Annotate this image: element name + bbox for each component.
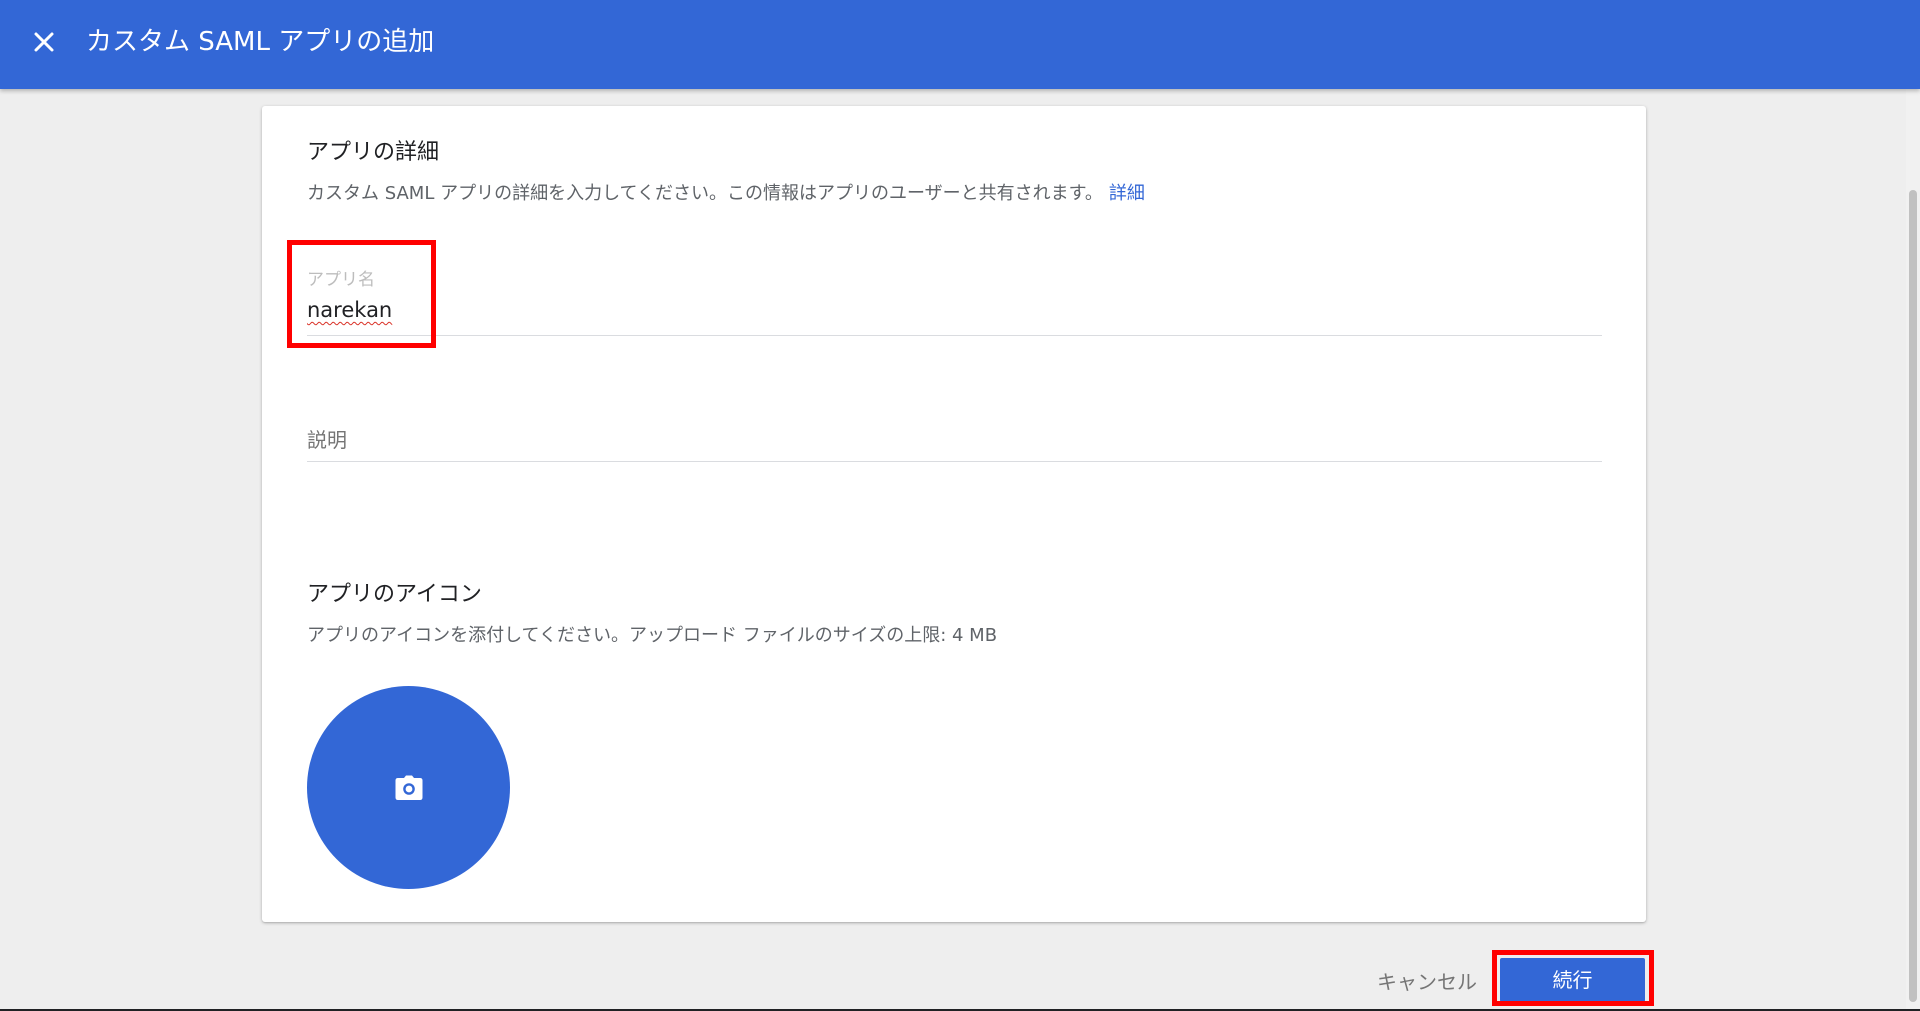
app-icon-heading: アプリのアイコン bbox=[307, 582, 482, 607]
app-details-description-text: カスタム SAML アプリの詳細を入力してください。この情報はアプリのユーザーと… bbox=[307, 183, 1103, 204]
cancel-button[interactable]: キャンセル bbox=[1362, 962, 1492, 1002]
close-icon bbox=[34, 32, 54, 52]
app-name-input[interactable]: narekan bbox=[307, 296, 1602, 324]
app-name-label: アプリ名 bbox=[307, 270, 375, 290]
app-bar: カスタム SAML アプリの追加 bbox=[0, 0, 1920, 89]
app-details-heading: アプリの詳細 bbox=[307, 140, 440, 165]
camera-icon bbox=[395, 775, 422, 800]
app-icon-description: アプリのアイコンを添付してください。アップロード ファイルのサイズの上限: 4 … bbox=[307, 625, 998, 646]
app-name-field[interactable]: アプリ名 narekan bbox=[307, 256, 1602, 336]
continue-button[interactable]: 続行 bbox=[1500, 958, 1645, 1002]
description-input[interactable] bbox=[307, 426, 1602, 454]
upload-icon-button[interactable] bbox=[307, 686, 510, 889]
app-details-description: カスタム SAML アプリの詳細を入力してください。この情報はアプリのユーザーと… bbox=[307, 181, 1145, 207]
scrollbar-thumb[interactable] bbox=[1909, 190, 1917, 1002]
learn-more-link[interactable]: 詳細 bbox=[1109, 183, 1145, 204]
page-title: カスタム SAML アプリの追加 bbox=[86, 27, 435, 57]
description-field[interactable] bbox=[307, 412, 1602, 462]
app-details-card: アプリの詳細 カスタム SAML アプリの詳細を入力してください。この情報はアプ… bbox=[262, 106, 1646, 922]
close-button[interactable] bbox=[22, 20, 66, 64]
scrollbar[interactable] bbox=[1906, 89, 1920, 1011]
